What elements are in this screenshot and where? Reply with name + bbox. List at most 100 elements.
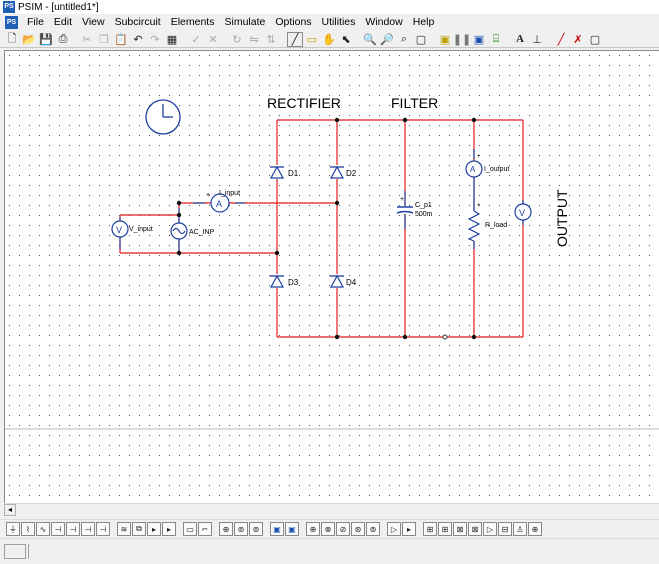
app-icon: PS bbox=[3, 1, 15, 13]
ammeter-icon[interactable]: ⊞ bbox=[423, 522, 437, 536]
menu-edit[interactable]: Edit bbox=[49, 16, 77, 28]
menu-file[interactable]: File bbox=[22, 16, 49, 28]
run-simulation-icon[interactable]: ▣ bbox=[437, 32, 453, 47]
redo-icon[interactable]: ↷ bbox=[147, 32, 163, 47]
rc-icon[interactable]: ⊣ bbox=[81, 522, 95, 536]
comparator-icon[interactable]: ⊚ bbox=[234, 522, 248, 536]
output-label: OUTPUT bbox=[554, 189, 570, 247]
scroll-left-icon[interactable]: ◂ bbox=[4, 503, 16, 516]
capacitor-icon[interactable]: ⊣ bbox=[51, 522, 65, 536]
zoom-fit-icon[interactable]: ⌕ bbox=[396, 32, 412, 47]
d1-label: D1 bbox=[288, 169, 299, 178]
probe-icon[interactable]: ⊥ bbox=[529, 32, 545, 47]
ammeter-symbol: A bbox=[216, 199, 222, 209]
limiter-icon[interactable]: ⊚ bbox=[249, 522, 263, 536]
flip-tb-icon[interactable]: ⇅ bbox=[263, 32, 279, 47]
copy-icon[interactable]: ❐ bbox=[96, 32, 112, 47]
schematic-canvas[interactable]: RECTIFIER FILTER OUTPUT D1 D2 D3 D4 A + … bbox=[4, 50, 659, 504]
draw-line-icon[interactable]: ╱ bbox=[553, 32, 569, 47]
voltmeter-output[interactable]: V bbox=[514, 203, 532, 221]
new-icon[interactable]: 🗋 bbox=[4, 32, 20, 47]
menu-window[interactable]: Window bbox=[360, 16, 407, 28]
switch-icon[interactable]: ⧉ bbox=[132, 522, 146, 536]
meter-icon[interactable]: ♙ bbox=[513, 522, 527, 536]
d4-label: D4 bbox=[346, 278, 357, 287]
element-toolbar: ⏚ ⌇ ∿ ⊣ ⊣ ⊣ ⊣ ≋ ⧉ ▸ ▸ ▭ ⌐ ⊕ ⊚ ⊚ ▣ ▣ ⊕ ⊗ … bbox=[0, 519, 659, 539]
check-icon[interactable]: ✓ bbox=[188, 32, 204, 47]
transformer-icon[interactable]: ≋ bbox=[117, 522, 131, 536]
cut-icon[interactable]: ✂ bbox=[79, 32, 95, 47]
label-icon[interactable]: ⊠ bbox=[468, 522, 482, 536]
voltmeter-icon[interactable]: ⊞ bbox=[438, 522, 452, 536]
rlc-icon[interactable]: ⊣ bbox=[96, 522, 110, 536]
mosfet-icon[interactable]: ▭ bbox=[183, 522, 197, 536]
pan-icon[interactable]: ✋ bbox=[321, 32, 337, 47]
status-pane bbox=[4, 544, 26, 559]
voltage-probe-icon[interactable]: ▣ bbox=[270, 522, 284, 536]
svg-text:A: A bbox=[470, 165, 476, 174]
svg-text:V: V bbox=[519, 208, 525, 218]
dc-source-icon[interactable]: ⊕ bbox=[306, 522, 320, 536]
c-p1-value: 500m bbox=[415, 211, 433, 218]
menu-help[interactable]: Help bbox=[408, 16, 440, 28]
clock-icon bbox=[145, 99, 181, 135]
ground2-icon[interactable]: ⊕ bbox=[528, 522, 542, 536]
draw-icon[interactable]: ✗ bbox=[570, 32, 586, 47]
port-icon[interactable]: ⊟ bbox=[498, 522, 512, 536]
resistor-icon[interactable]: ⌇ bbox=[21, 522, 35, 536]
ac-inp-label: AC_INP bbox=[189, 229, 215, 236]
open-icon[interactable]: 📂 bbox=[21, 32, 37, 47]
menu-simulate[interactable]: Simulate bbox=[219, 16, 270, 28]
pause-icon[interactable]: ❚❚ bbox=[453, 32, 471, 47]
menu-view[interactable]: View bbox=[77, 16, 110, 28]
toolbar: 🗋 📂 💾 ⎙ ✂ ❐ 📋 ↶ ↷ ▦ ✓ ✕ ↻ ⇋ ⇅ ╱ ▭ ✋ ⬉ 🔍 … bbox=[0, 31, 659, 48]
print-icon[interactable]: ⎙ bbox=[55, 32, 71, 47]
opamp-icon[interactable]: ⊕ bbox=[219, 522, 233, 536]
wattmeter-icon[interactable]: ⊠ bbox=[453, 522, 467, 536]
schematic-svg[interactable]: RECTIFIER FILTER OUTPUT D1 D2 D3 D4 A + … bbox=[5, 51, 659, 504]
more-icon[interactable]: ▢ bbox=[587, 32, 603, 47]
inductor-icon[interactable]: ∿ bbox=[36, 522, 50, 536]
label-icon[interactable]: ▭ bbox=[304, 32, 320, 47]
menu-options[interactable]: Options bbox=[270, 16, 316, 28]
rectifier-label: RECTIFIER bbox=[267, 95, 341, 111]
current-probe-icon[interactable]: ▣ bbox=[285, 522, 299, 536]
square-source-icon[interactable]: ⊛ bbox=[351, 522, 365, 536]
igbt-icon[interactable]: ⌐ bbox=[198, 522, 212, 536]
filter-label: FILTER bbox=[391, 95, 438, 111]
step-source-icon[interactable]: ⊚ bbox=[366, 522, 380, 536]
paste-special-icon[interactable]: ▦ bbox=[164, 32, 180, 47]
flip-lr-icon[interactable]: ⇋ bbox=[246, 32, 262, 47]
document-icon[interactable]: PS bbox=[5, 15, 18, 29]
save-icon[interactable]: 💾 bbox=[38, 32, 54, 47]
signal-icon[interactable]: ⌸ bbox=[488, 32, 504, 47]
status-bar bbox=[0, 541, 659, 564]
escape-icon[interactable]: ✕ bbox=[205, 32, 221, 47]
menu-elements[interactable]: Elements bbox=[166, 16, 220, 28]
menu-utilities[interactable]: Utilities bbox=[317, 16, 361, 28]
menu-subcircuit[interactable]: Subcircuit bbox=[110, 16, 166, 28]
node-icon[interactable]: ▷ bbox=[483, 522, 497, 536]
svg-text:+: + bbox=[477, 154, 481, 160]
page-icon[interactable]: ▢ bbox=[413, 32, 429, 47]
text-icon[interactable]: A bbox=[512, 32, 528, 47]
zoom-out-icon[interactable]: 🔎 bbox=[379, 32, 395, 47]
diode-icon[interactable]: ▸ bbox=[147, 522, 161, 536]
multiplier-icon[interactable]: ▸ bbox=[402, 522, 416, 536]
simview-icon[interactable]: ▣ bbox=[471, 32, 487, 47]
paste-icon[interactable]: 📋 bbox=[113, 32, 129, 47]
thyristor-icon[interactable]: ▸ bbox=[162, 522, 176, 536]
ac-source-icon[interactable]: ⊗ bbox=[321, 522, 335, 536]
triangle-source-icon[interactable]: ⊘ bbox=[336, 522, 350, 536]
zoom-in-icon[interactable]: 🔍 bbox=[362, 32, 378, 47]
rl-icon[interactable]: ⊣ bbox=[66, 522, 80, 536]
i-input-label: I_input bbox=[219, 190, 240, 197]
ground-icon[interactable]: ⏚ bbox=[6, 522, 20, 536]
r-load-label: R_load bbox=[485, 222, 507, 229]
rotate-icon[interactable]: ↻ bbox=[229, 32, 245, 47]
sum-icon[interactable]: ▷ bbox=[387, 522, 401, 536]
horizontal-scrollbar[interactable]: ◂ bbox=[4, 503, 659, 516]
undo-icon[interactable]: ↶ bbox=[130, 32, 146, 47]
wire-icon[interactable]: ╱ bbox=[287, 31, 303, 47]
select-icon[interactable]: ⬉ bbox=[338, 32, 354, 47]
